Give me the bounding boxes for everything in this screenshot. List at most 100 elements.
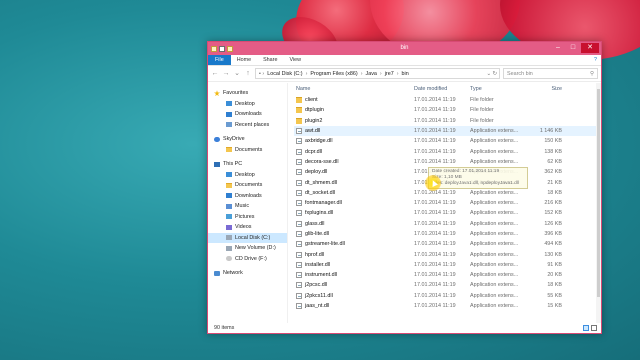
file-name: decora-sse.dll bbox=[305, 158, 339, 165]
nav-this-pc[interactable]: This PC bbox=[208, 159, 287, 170]
file-row[interactable]: plugin2 17.01.2014 11:19 File folder bbox=[294, 116, 601, 126]
file-row[interactable]: axbridge.dll 17.01.2014 11:19 Application … bbox=[294, 136, 601, 146]
dll-file-icon bbox=[296, 179, 302, 186]
breadcrumb-java[interactable]: Java bbox=[366, 71, 377, 77]
dll-file-icon bbox=[296, 282, 302, 289]
file-row[interactable]: dt_socket.dll 17.01.2014 11:19 Application… bbox=[294, 188, 601, 198]
file-size: 21 KB bbox=[547, 179, 562, 186]
nav-local-disk-c[interactable]: Local Disk (C:) bbox=[208, 232, 287, 243]
nav-cd-drive-f[interactable]: CD Drive (F:) bbox=[208, 254, 287, 265]
column-header-date[interactable]: Date modified bbox=[414, 86, 470, 92]
file-row[interactable]: installer.dll 17.01.2014 11:19 Application… bbox=[294, 260, 601, 270]
file-name: axbridge.dll bbox=[305, 138, 333, 145]
column-header-size[interactable]: Size bbox=[528, 86, 563, 92]
forward-arrow-icon[interactable]: → bbox=[222, 70, 230, 78]
file-size: 55 KB bbox=[547, 292, 562, 299]
title-bar[interactable]: bin – □ ✕ bbox=[208, 42, 601, 55]
computer-icon: ▪ › bbox=[259, 70, 265, 77]
recent-locations-icon[interactable]: ⌄ bbox=[233, 70, 241, 78]
nav-pc-pictures[interactable]: Pictures bbox=[208, 212, 287, 223]
nav-pc-videos[interactable]: Videos bbox=[208, 222, 287, 233]
file-date: 17.01.2014 11:19 bbox=[414, 261, 456, 268]
nav-pc-documents[interactable]: Documents bbox=[208, 180, 287, 191]
nav-skydrive[interactable]: SkyDrive bbox=[208, 134, 287, 145]
nav-favourites[interactable]: Favourites bbox=[208, 88, 287, 99]
folder-icon bbox=[296, 117, 302, 124]
status-bar: 90 items bbox=[208, 323, 601, 333]
file-row[interactable]: glib-lite.dll 17.01.2014 11:19 Application… bbox=[294, 229, 601, 239]
nav-new-volume-d[interactable]: New Volume (D:) bbox=[208, 243, 287, 254]
file-date: 17.01.2014 11:19 bbox=[414, 158, 456, 165]
address-bar[interactable]: ▪ › Local Disk (C:) › Program Files (x86… bbox=[255, 68, 500, 79]
maximize-button[interactable]: □ bbox=[566, 43, 580, 53]
refresh-icon[interactable]: ⌄ ↻ bbox=[486, 71, 499, 77]
tab-file[interactable]: File bbox=[208, 55, 231, 65]
breadcrumb-local-disk[interactable]: Local Disk (C:) bbox=[267, 71, 302, 77]
dll-file-icon bbox=[296, 261, 302, 268]
file-row[interactable]: dtplugin 17.01.2014 11:19 File folder bbox=[294, 105, 601, 115]
file-size: 150 KB bbox=[544, 138, 562, 145]
file-name: jaas_nt.dll bbox=[305, 303, 330, 310]
nav-skydrive-documents[interactable]: Documents bbox=[208, 145, 287, 156]
details-view-icon[interactable] bbox=[583, 325, 589, 331]
up-arrow-icon[interactable]: ↑ bbox=[244, 70, 252, 78]
file-date: 17.01.2014 11:19 bbox=[414, 282, 456, 289]
file-name: awt.dll bbox=[305, 128, 321, 135]
file-size: 130 KB bbox=[544, 251, 562, 258]
dll-file-icon bbox=[296, 210, 302, 217]
breadcrumb-separator: › bbox=[396, 70, 399, 77]
file-row[interactable]: awt.dll 17.01.2014 11:19 Application exten… bbox=[294, 125, 601, 137]
file-type: Application extens... bbox=[470, 261, 519, 268]
file-row[interactable]: client 17.01.2014 11:19 File folder bbox=[294, 95, 601, 105]
file-row[interactable]: gstreamer-lite.dll 17.01.2014 11:19 Applic… bbox=[294, 239, 601, 249]
file-row[interactable]: instrument.dll 17.01.2014 11:19 Applicatio… bbox=[294, 270, 601, 280]
file-row[interactable]: j2pkcs11.dll 17.01.2014 11:19 Application … bbox=[294, 291, 601, 301]
dll-file-icon bbox=[296, 231, 302, 237]
help-icon[interactable]: ? bbox=[594, 55, 601, 65]
file-row[interactable]: decora-sse.dll 17.01.2014 11:19 Applicatio… bbox=[294, 157, 601, 167]
file-row[interactable]: hprof.dll 17.01.2014 11:19 Application ext… bbox=[294, 249, 601, 259]
breadcrumb-program-files[interactable]: Program Files (x86) bbox=[310, 71, 357, 77]
file-size: 362 KB bbox=[544, 169, 562, 176]
scrollbar-thumb[interactable] bbox=[597, 89, 600, 297]
dll-file-icon bbox=[296, 138, 302, 145]
large-icons-view-icon[interactable] bbox=[591, 325, 597, 331]
breadcrumb-jre7[interactable]: jre7 bbox=[385, 71, 394, 77]
file-date: 17.01.2014 11:19 bbox=[414, 272, 456, 279]
nav-recent-places[interactable]: Recent places bbox=[208, 120, 287, 131]
dll-file-icon bbox=[296, 272, 302, 279]
nav-network[interactable]: Network bbox=[208, 268, 287, 279]
tab-view[interactable]: View bbox=[283, 55, 307, 65]
file-type: Application extens... bbox=[470, 189, 519, 196]
column-header-name[interactable]: Name bbox=[294, 86, 414, 92]
column-header-type[interactable]: Type bbox=[470, 86, 528, 92]
computer-icon bbox=[214, 161, 220, 167]
nav-favourites-desktop[interactable]: Desktop bbox=[208, 99, 287, 110]
dll-file-icon bbox=[296, 303, 302, 310]
file-type: Application extens... bbox=[470, 251, 519, 258]
file-row[interactable]: glass.dll 17.01.2014 11:19 Application ext… bbox=[294, 219, 601, 229]
tab-share[interactable]: Share bbox=[257, 55, 283, 65]
back-arrow-icon[interactable]: ← bbox=[211, 70, 219, 78]
desktop-icon bbox=[226, 101, 232, 107]
file-name: deploy.dll bbox=[305, 169, 328, 176]
nav-pc-desktop[interactable]: Desktop bbox=[208, 170, 287, 181]
file-row[interactable]: jaas_nt.dll 17.01.2014 11:19 Application e… bbox=[294, 301, 601, 311]
breadcrumb-bin[interactable]: bin bbox=[402, 71, 409, 77]
file-size: 91 KB bbox=[547, 261, 562, 268]
file-row[interactable]: j2pcsc.dll 17.01.2014 11:19 Application ex… bbox=[294, 280, 601, 290]
search-input[interactable]: Search bin ⚲ bbox=[503, 68, 598, 79]
nav-favourites-downloads[interactable]: Downloads bbox=[208, 109, 287, 120]
nav-pc-downloads[interactable]: Downloads bbox=[208, 191, 287, 202]
tab-home[interactable]: Home bbox=[231, 55, 257, 65]
file-row[interactable]: fxplugins.dll 17.01.2014 11:19 Application… bbox=[294, 208, 601, 218]
search-placeholder: Search bin bbox=[507, 70, 533, 77]
vertical-scrollbar[interactable] bbox=[596, 83, 601, 323]
nav-pc-music[interactable]: Music bbox=[208, 201, 287, 212]
file-row[interactable]: dcpr.dll 17.01.2014 11:19 Application exte… bbox=[294, 146, 601, 156]
file-row[interactable]: fontmanager.dll 17.01.2014 11:19 Applicati… bbox=[294, 198, 601, 208]
breadcrumb-separator: › bbox=[379, 70, 382, 77]
minimize-button[interactable]: – bbox=[551, 43, 565, 53]
close-button[interactable]: ✕ bbox=[581, 43, 599, 53]
file-type: File folder bbox=[470, 97, 494, 104]
